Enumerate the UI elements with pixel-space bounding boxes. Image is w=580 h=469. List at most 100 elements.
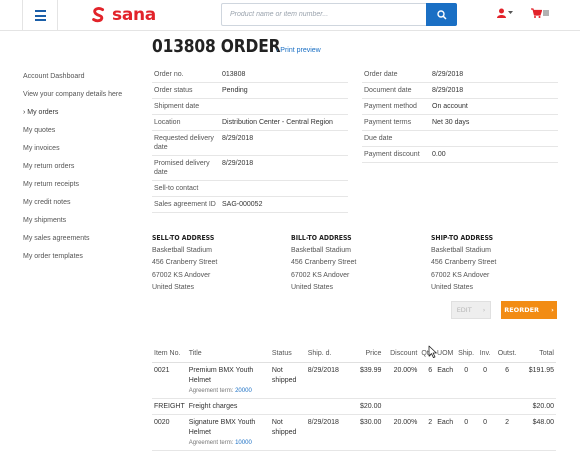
sidebar-item-my-return-orders[interactable]: My return orders [23, 161, 143, 179]
line-status [269, 398, 306, 415]
detail-value: 8/29/2018 [222, 135, 254, 142]
detail-value: 013808 [222, 71, 246, 78]
address-title: SHIP-TO ADDRESS [431, 234, 494, 242]
sidebar-item-my-shipments[interactable]: My shipments [23, 215, 143, 233]
agreement-term: Agreement term: 10000 [189, 438, 268, 448]
line-uom: Each [434, 414, 457, 451]
sidebar-item-my-order-templates[interactable]: My order templates [23, 251, 143, 269]
address-title: SELL-TO ADDRESS [152, 234, 215, 242]
address-line: 456 Cranberry Street [152, 259, 218, 267]
search-button[interactable] [426, 3, 457, 26]
line-total: $191.95 [520, 362, 556, 399]
agreement-term-label: Agreement term: [188, 439, 234, 446]
column-header: Item No. [152, 346, 187, 363]
column-header: Title [186, 346, 270, 363]
line-status: Not shipped [269, 362, 306, 399]
detail-value [220, 99, 224, 114]
detail-row: Order status Pending [152, 83, 348, 99]
detail-row: Promised delivery date 8/29/2018 [152, 156, 348, 181]
line-price: $39.99 [353, 362, 384, 399]
detail-label: Payment terms [364, 119, 412, 126]
table-row: FREIGHT Freight charges $20.00 $20.00 [152, 398, 556, 415]
detail-value: Pending [222, 87, 248, 94]
cart-button[interactable] [531, 8, 549, 18]
brand-logo[interactable]: sana [90, 5, 156, 25]
ship-to-address: SHIP-TO ADDRESS Basketball Stadium 456 C… [431, 232, 561, 295]
column-header: Ship. d. [305, 346, 354, 363]
column-header: Discount [383, 346, 420, 363]
line-outstanding: 2 [494, 414, 521, 451]
line-price: $30.00 [353, 414, 384, 451]
detail-value [220, 181, 224, 196]
address-line: United States [291, 284, 334, 292]
item-no: FREIGHT [152, 398, 187, 415]
sana-logo-icon [92, 7, 105, 23]
detail-row: Payment terms Net 30 days [362, 115, 558, 131]
line-ship-date [305, 398, 354, 415]
detail-row: Document date 8/29/2018 [362, 83, 558, 99]
reorder-button[interactable]: REORDER › [501, 301, 557, 319]
detail-row: Order date 8/29/2018 [362, 67, 558, 83]
detail-row: Due date [362, 131, 558, 147]
line-discount: 20.00% [383, 414, 420, 451]
column-header: Price [353, 346, 384, 363]
bill-to-address: BILL-TO ADDRESS Basketball Stadium 456 C… [291, 232, 421, 295]
agreement-term: Agreement term: 20000 [189, 386, 268, 396]
address-line: Basketball Stadium [291, 246, 351, 254]
menu-icon[interactable] [22, 0, 58, 31]
item-title: Freight charges [186, 398, 270, 415]
detail-label: Location [154, 119, 181, 126]
line-shipped: 0 [456, 414, 477, 451]
line-shipped [456, 398, 477, 415]
sidebar-item-my-invoices[interactable]: My invoices [23, 143, 143, 161]
address-line: Basketball Stadium [152, 246, 212, 254]
sidebar-item-my-orders[interactable]: › My orders [23, 107, 143, 125]
account-menu[interactable] [497, 8, 513, 18]
line-status: Not shipped [269, 414, 306, 451]
line-total: $48.00 [520, 414, 556, 451]
edit-button[interactable]: EDIT › [451, 301, 491, 319]
sidebar-item-my-return-receipts[interactable]: My return receipts [23, 179, 143, 197]
column-header: Inv. [476, 346, 495, 363]
line-uom: Each [434, 362, 457, 399]
cart-icon [531, 8, 542, 18]
table-row: 0021 Premium BMX Youth Helmet Agreement … [152, 362, 556, 399]
sales-agreement-link[interactable]: SAG-000052 [220, 197, 264, 212]
column-header: Status [269, 346, 306, 363]
address-line: 67002 KS Andover [291, 271, 350, 279]
line-outstanding: 6 [494, 362, 521, 399]
print-preview-link[interactable]: › Print preview [276, 47, 321, 54]
line-ship-date: 8/29/2018 [305, 414, 354, 451]
item-no: 0021 [152, 362, 187, 399]
sidebar-item-my-quotes[interactable]: My quotes [23, 125, 143, 143]
sidebar-item-my-credit-notes[interactable]: My credit notes [23, 197, 143, 215]
line-uom [434, 398, 457, 415]
line-invoiced: 0 [476, 362, 495, 399]
order-details-right: Order date 8/29/2018 Document date 8/29/20… [362, 67, 558, 163]
agreement-term-link[interactable]: 20000 [235, 388, 252, 394]
detail-label: Shipment date [154, 103, 200, 110]
detail-label: Payment method [364, 103, 417, 110]
line-invoiced: 0 [476, 414, 495, 451]
detail-row: Location Distribution Center - Central Re… [152, 115, 348, 131]
column-header: Ship. [456, 346, 477, 363]
detail-label: Sales agreement ID [154, 201, 216, 208]
detail-value: 8/29/2018 [222, 160, 254, 167]
sidebar-item-account-dashboard[interactable]: Account Dashboard [23, 71, 143, 89]
detail-label: Order no. [154, 71, 184, 78]
sidebar-item-my-sales-agreements[interactable]: My sales agreements [23, 233, 143, 251]
account-sidebar: Account Dashboard View your company deta… [23, 71, 143, 269]
detail-label: Document date [364, 87, 412, 94]
agreement-term-link[interactable]: 10000 [235, 440, 252, 446]
address-line: 67002 KS Andover [152, 271, 211, 279]
detail-row: Payment discount 0.00 [362, 147, 558, 163]
sidebar-item-company-details[interactable]: View your company details here [23, 89, 143, 107]
detail-row: Requested delivery date 8/29/2018 [152, 131, 348, 156]
line-discount [383, 398, 420, 415]
search-input[interactable] [222, 4, 427, 25]
detail-value [430, 131, 434, 146]
detail-row: Sell-to contact [152, 181, 348, 197]
order-lines-table: Item No. Title Status Ship. d. Price Dis… [152, 346, 556, 451]
order-details-left: Order no. 013808 Order status Pending Ship… [152, 67, 348, 213]
line-price: $20.00 [353, 398, 384, 415]
